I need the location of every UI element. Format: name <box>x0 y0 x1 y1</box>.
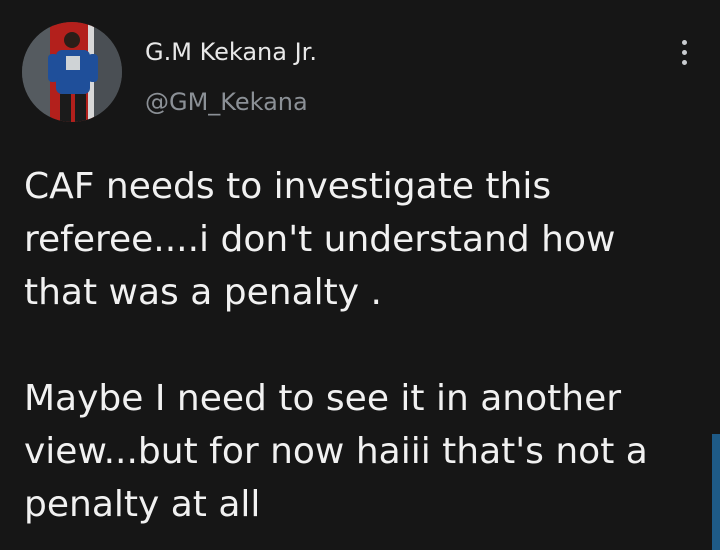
tweet-card: G.M Kekana Jr. @GM_Kekana CAF needs to i… <box>0 0 720 550</box>
scroll-edge-indicator <box>712 434 720 550</box>
display-name[interactable]: G.M Kekana Jr. <box>145 38 317 66</box>
tweet-text: CAF needs to investigate this referee...… <box>24 160 704 531</box>
user-handle[interactable]: @GM_Kekana <box>145 88 308 116</box>
more-vertical-icon-dot <box>681 49 687 55</box>
more-options-button[interactable] <box>670 36 698 68</box>
tweet-paragraph: CAF needs to investigate this referee...… <box>24 166 616 313</box>
more-vertical-icon <box>681 39 687 45</box>
tweet-paragraph: Maybe I need to see it in another view..… <box>24 378 648 525</box>
avatar[interactable] <box>22 22 122 122</box>
more-vertical-icon-dot <box>681 59 687 65</box>
profile-photo-icon <box>22 22 122 122</box>
